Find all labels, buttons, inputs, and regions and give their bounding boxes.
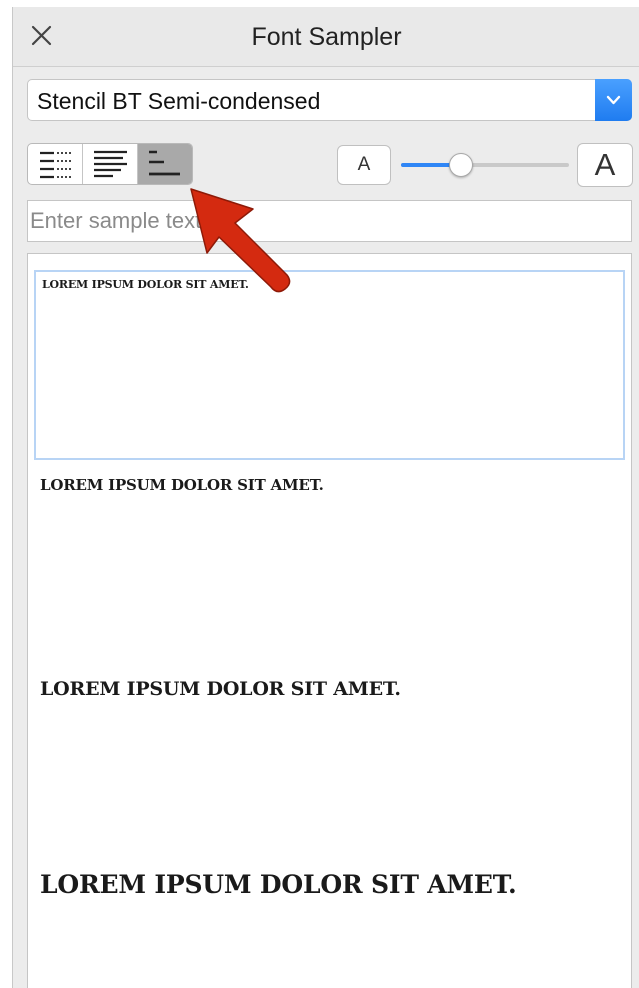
sample-text: LOREM IPSUM DOLOR SIT AMET. — [40, 678, 401, 700]
sample-item[interactable]: LOREM IPSUM DOLOR SIT AMET. — [34, 270, 625, 460]
font-select-dropdown-button[interactable] — [595, 79, 632, 121]
sample-item[interactable]: LOREM IPSUM DOLOR SIT AMET. — [34, 670, 625, 870]
title-bar: Font Sampler — [13, 7, 639, 67]
sample-text-input[interactable] — [27, 200, 632, 242]
layout-segmented-control — [27, 143, 193, 185]
layout-paragraph-button[interactable] — [83, 144, 138, 184]
decrease-size-button[interactable]: A — [337, 145, 391, 185]
sample-text: LOREM IPSUM DOLOR SIT AMET. — [40, 870, 517, 899]
font-family-value: Stencil BT Semi-condensed — [37, 88, 321, 114]
font-family-select[interactable]: Stencil BT Semi-condensed — [27, 79, 632, 121]
font-size-slider[interactable] — [401, 153, 569, 177]
short-lines-icon — [149, 150, 180, 176]
increase-size-button[interactable]: A — [577, 143, 633, 187]
layout-waterfall-button[interactable] — [138, 144, 192, 184]
list-dotted-icon — [40, 151, 72, 179]
paragraph-lines-icon — [94, 150, 127, 178]
layout-list-button[interactable] — [28, 144, 83, 184]
panel-title: Font Sampler — [251, 23, 402, 51]
sample-text: LOREM IPSUM DOLOR SIT AMET. — [40, 476, 324, 494]
sample-item[interactable]: LOREM IPSUM DOLOR SIT AMET. — [34, 470, 625, 660]
samples-list[interactable]: LOREM IPSUM DOLOR SIT AMET. LOREM IPSUM … — [27, 253, 632, 988]
font-sampler-panel: Font Sampler Stencil BT Semi-condensed A… — [12, 7, 639, 988]
sample-item[interactable]: LOREM IPSUM DOLOR SIT AMET. — [34, 870, 625, 988]
sample-text: LOREM IPSUM DOLOR SIT AMET. — [42, 278, 249, 291]
chevron-down-icon — [606, 95, 621, 105]
slider-knob[interactable] — [449, 153, 474, 177]
